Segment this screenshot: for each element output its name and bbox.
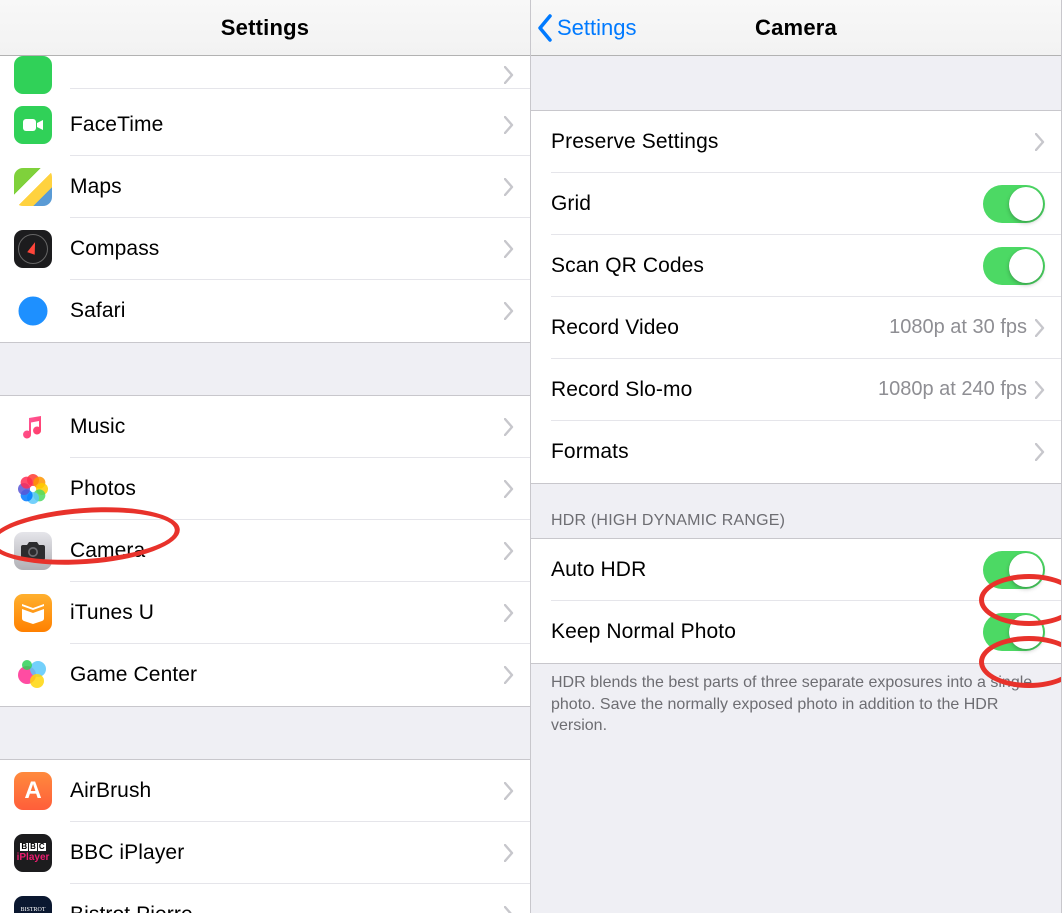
camera-group-main: Preserve Settings Grid Scan QR Codes Rec… [531,110,1061,484]
page-title: Settings [221,15,309,41]
row-record-video[interactable]: Record Video 1080p at 30 fps [531,297,1061,359]
settings-row-gamecenter[interactable]: Game Center [0,644,530,706]
row-label: Grid [551,192,591,216]
row-keep-normal-photo: Keep Normal Photo [531,601,1061,663]
settings-row-photos[interactable]: Photos [0,458,530,520]
bistrot-pierre-icon: BISTROT PIERRE [14,896,52,913]
settings-list-pane: Settings FaceTime Maps Compass [0,0,531,913]
back-label: Settings [557,15,637,41]
settings-row-itunesu[interactable]: iTunes U [0,582,530,644]
chevron-right-icon [504,604,514,622]
gamecenter-icon [14,656,52,694]
chevron-right-icon [504,844,514,862]
navbar-settings: Settings [0,0,530,56]
row-label: Camera [70,539,145,563]
toggle-grid[interactable] [983,185,1045,223]
compass-icon [14,230,52,268]
safari-icon [14,292,52,330]
settings-row-maps[interactable]: Maps [0,156,530,218]
settings-group-media: Music Photos [0,395,530,707]
chevron-right-icon [1035,133,1045,151]
chevron-right-icon [504,418,514,436]
group-footer-hdr: HDR blends the best parts of three separ… [531,664,1061,757]
row-formats[interactable]: Formats [531,421,1061,483]
row-label: Preserve Settings [551,130,718,154]
facetime-icon [14,106,52,144]
group-spacer [0,343,530,395]
row-label: Maps [70,175,122,199]
chevron-right-icon [504,906,514,913]
chevron-right-icon [1035,319,1045,337]
group-header-hdr: HDR (HIGH DYNAMIC RANGE) [531,484,1061,538]
row-value: 1080p at 240 fps [878,378,1027,401]
chevron-right-icon [504,240,514,258]
settings-row-bbciplayer[interactable]: BBC iPlayer BBC iPlayer [0,822,530,884]
settings-group-thirdparty: A AirBrush BBC iPlayer BBC iPlayer BISTR… [0,759,530,913]
row-label: Scan QR Codes [551,254,704,278]
row-label: Bistrot Pierre [70,903,193,913]
group-spacer [531,56,1061,110]
chevron-right-icon [504,302,514,320]
settings-group-partial: FaceTime Maps Compass Safari [0,56,530,343]
back-button[interactable]: Settings [537,0,637,55]
row-label: Compass [70,237,159,261]
chevron-right-icon [504,666,514,684]
settings-row-bistrotpierre[interactable]: BISTROT PIERRE Bistrot Pierre [0,884,530,913]
toggle-keep-normal[interactable] [983,613,1045,651]
page-title: Camera [755,15,837,41]
row-label: Record Slo-mo [551,378,692,402]
toggle-auto-hdr[interactable] [983,551,1045,589]
settings-row-unknown[interactable] [0,56,530,94]
row-label: Music [70,415,125,439]
airbrush-icon: A [14,772,52,810]
row-scan-qr: Scan QR Codes [531,235,1061,297]
settings-row-camera[interactable]: Camera [0,520,530,582]
row-label: BBC iPlayer [70,841,184,865]
row-record-slomo[interactable]: Record Slo-mo 1080p at 240 fps [531,359,1061,421]
row-label: iTunes U [70,601,154,625]
row-label: Game Center [70,663,197,687]
music-icon [14,408,52,446]
chevron-right-icon [504,782,514,800]
chevron-right-icon [504,542,514,560]
row-value: 1080p at 30 fps [889,316,1027,339]
app-icon-unknown [14,56,52,94]
settings-row-compass[interactable]: Compass [0,218,530,280]
camera-group-hdr: Auto HDR Keep Normal Photo [531,538,1061,664]
settings-row-airbrush[interactable]: A AirBrush [0,760,530,822]
settings-row-safari[interactable]: Safari [0,280,530,342]
itunesu-icon [14,594,52,632]
chevron-right-icon [504,480,514,498]
row-label: AirBrush [70,779,151,803]
camera-icon [14,532,52,570]
camera-settings-pane: Settings Camera Preserve Settings Grid S… [531,0,1062,913]
chevron-right-icon [504,178,514,196]
chevron-right-icon [504,66,514,84]
maps-icon [14,168,52,206]
settings-row-facetime[interactable]: FaceTime [0,94,530,156]
row-label: Formats [551,440,629,464]
row-label: Auto HDR [551,558,646,582]
chevron-right-icon [1035,443,1045,461]
row-label: FaceTime [70,113,163,137]
chevron-right-icon [1035,381,1045,399]
row-grid: Grid [531,173,1061,235]
navbar-camera: Settings Camera [531,0,1061,56]
bbc-iplayer-icon: BBC iPlayer [14,834,52,872]
photos-icon [14,470,52,508]
chevron-right-icon [504,116,514,134]
row-preserve-settings[interactable]: Preserve Settings [531,111,1061,173]
toggle-scan-qr[interactable] [983,247,1045,285]
row-label: Photos [70,477,136,501]
row-label: Record Video [551,316,679,340]
settings-row-music[interactable]: Music [0,396,530,458]
row-label: Keep Normal Photo [551,620,736,644]
row-label: Safari [70,299,125,323]
group-spacer [0,707,530,759]
row-auto-hdr: Auto HDR [531,539,1061,601]
